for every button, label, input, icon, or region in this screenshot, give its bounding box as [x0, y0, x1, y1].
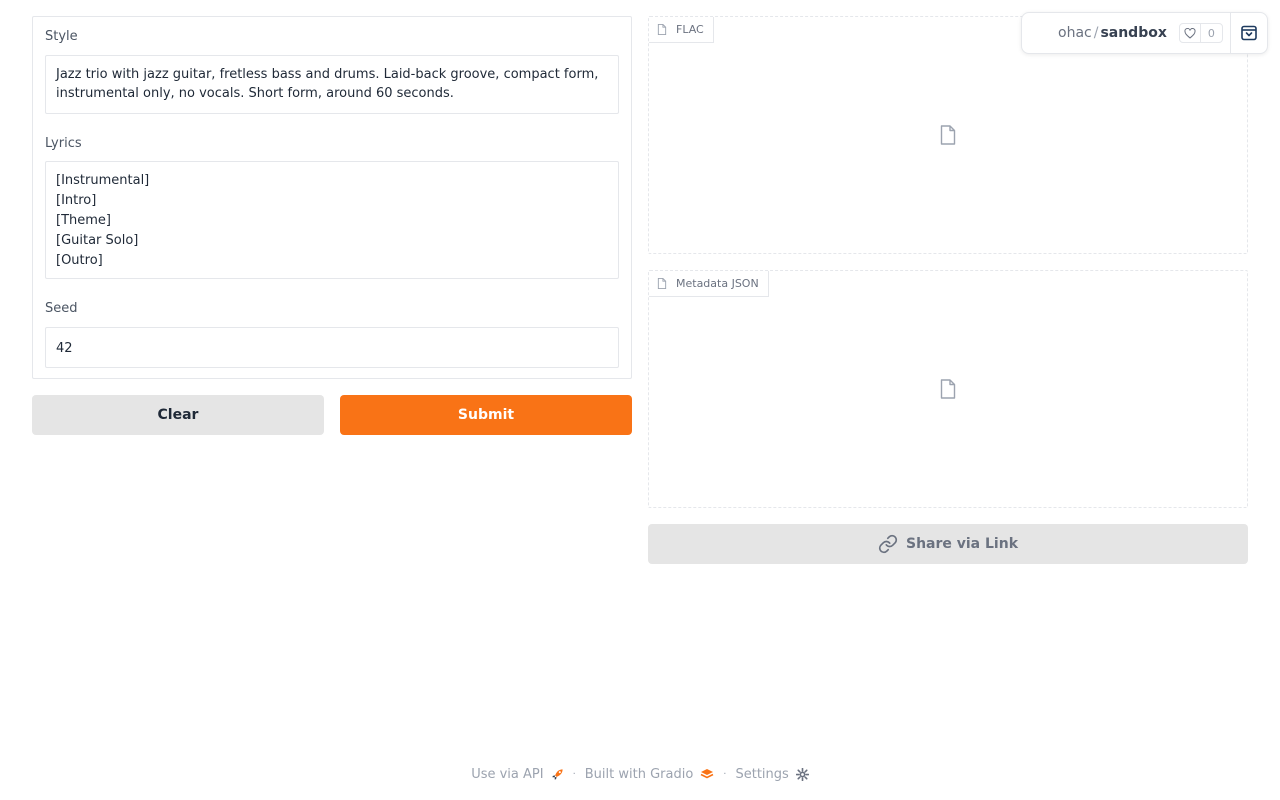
- like-count: 0: [1207, 26, 1215, 40]
- lyrics-line: [Guitar Solo]: [56, 233, 139, 248]
- lyrics-line: [Instrumental]: [56, 173, 150, 188]
- collapse-icon[interactable]: [1240, 24, 1258, 42]
- gear-icon: [795, 767, 809, 781]
- space-owner[interactable]: ohac: [1058, 25, 1092, 41]
- file-icon: [940, 125, 956, 145]
- lyrics-textarea[interactable]: [Instrumental] [Intro] [Theme] [Guitar S…: [45, 161, 619, 279]
- file-icon: [940, 379, 956, 399]
- like-button[interactable]: 0: [1178, 23, 1223, 43]
- badge-divider: [1230, 13, 1231, 53]
- footer-separator: ·: [572, 768, 576, 780]
- file-icon: [657, 278, 667, 289]
- heart-icon: [1184, 27, 1196, 39]
- built-with-gradio-link[interactable]: Built with Gradio: [585, 767, 715, 782]
- metadata-tag: Metadata JSON: [649, 271, 769, 297]
- lyrics-line: [Outro]: [56, 253, 103, 268]
- rocket-icon: [551, 768, 563, 780]
- flac-tag: FLAC: [649, 17, 714, 43]
- settings-link[interactable]: Settings: [735, 766, 809, 782]
- lyrics-label: Lyrics: [45, 136, 82, 151]
- flac-label: FLAC: [676, 23, 704, 36]
- style-textarea[interactable]: Jazz trio with jazz guitar, fretless bas…: [45, 55, 619, 114]
- space-name[interactable]: sandbox: [1100, 25, 1166, 41]
- gradio-logo-icon: [700, 769, 714, 779]
- space-separator: /: [1093, 25, 1099, 41]
- link-icon: [878, 534, 898, 554]
- use-via-api-link[interactable]: Use via API: [471, 767, 563, 782]
- settings-label: Settings: [735, 766, 789, 782]
- share-button[interactable]: Share via Link: [648, 524, 1248, 564]
- input-panel: Style Jazz trio with jazz guitar, fretle…: [32, 16, 632, 379]
- style-label: Style: [45, 29, 78, 44]
- seed-input[interactable]: 42: [45, 327, 619, 368]
- metadata-label: Metadata JSON: [676, 277, 759, 290]
- seed-value: 42: [56, 341, 73, 356]
- built-label: Built with Gradio: [584, 766, 694, 782]
- file-icon: [657, 24, 667, 35]
- lyrics-line: [Theme]: [56, 213, 111, 228]
- footer-separator: ·: [723, 768, 727, 780]
- footer: Use via API · Built with Gradio · Settin…: [0, 764, 1280, 784]
- space-badge: ohac / sandbox 0: [1021, 12, 1268, 54]
- clear-button[interactable]: Clear: [32, 395, 324, 435]
- share-label: Share via Link: [905, 536, 1018, 552]
- metadata-output[interactable]: Metadata JSON: [648, 270, 1248, 508]
- submit-button[interactable]: Submit: [340, 395, 632, 435]
- style-text: Jazz trio with jazz guitar, fretless bas…: [56, 67, 599, 101]
- seed-label: Seed: [45, 301, 78, 316]
- lyrics-line: [Intro]: [56, 193, 97, 208]
- api-label: Use via API: [471, 766, 544, 782]
